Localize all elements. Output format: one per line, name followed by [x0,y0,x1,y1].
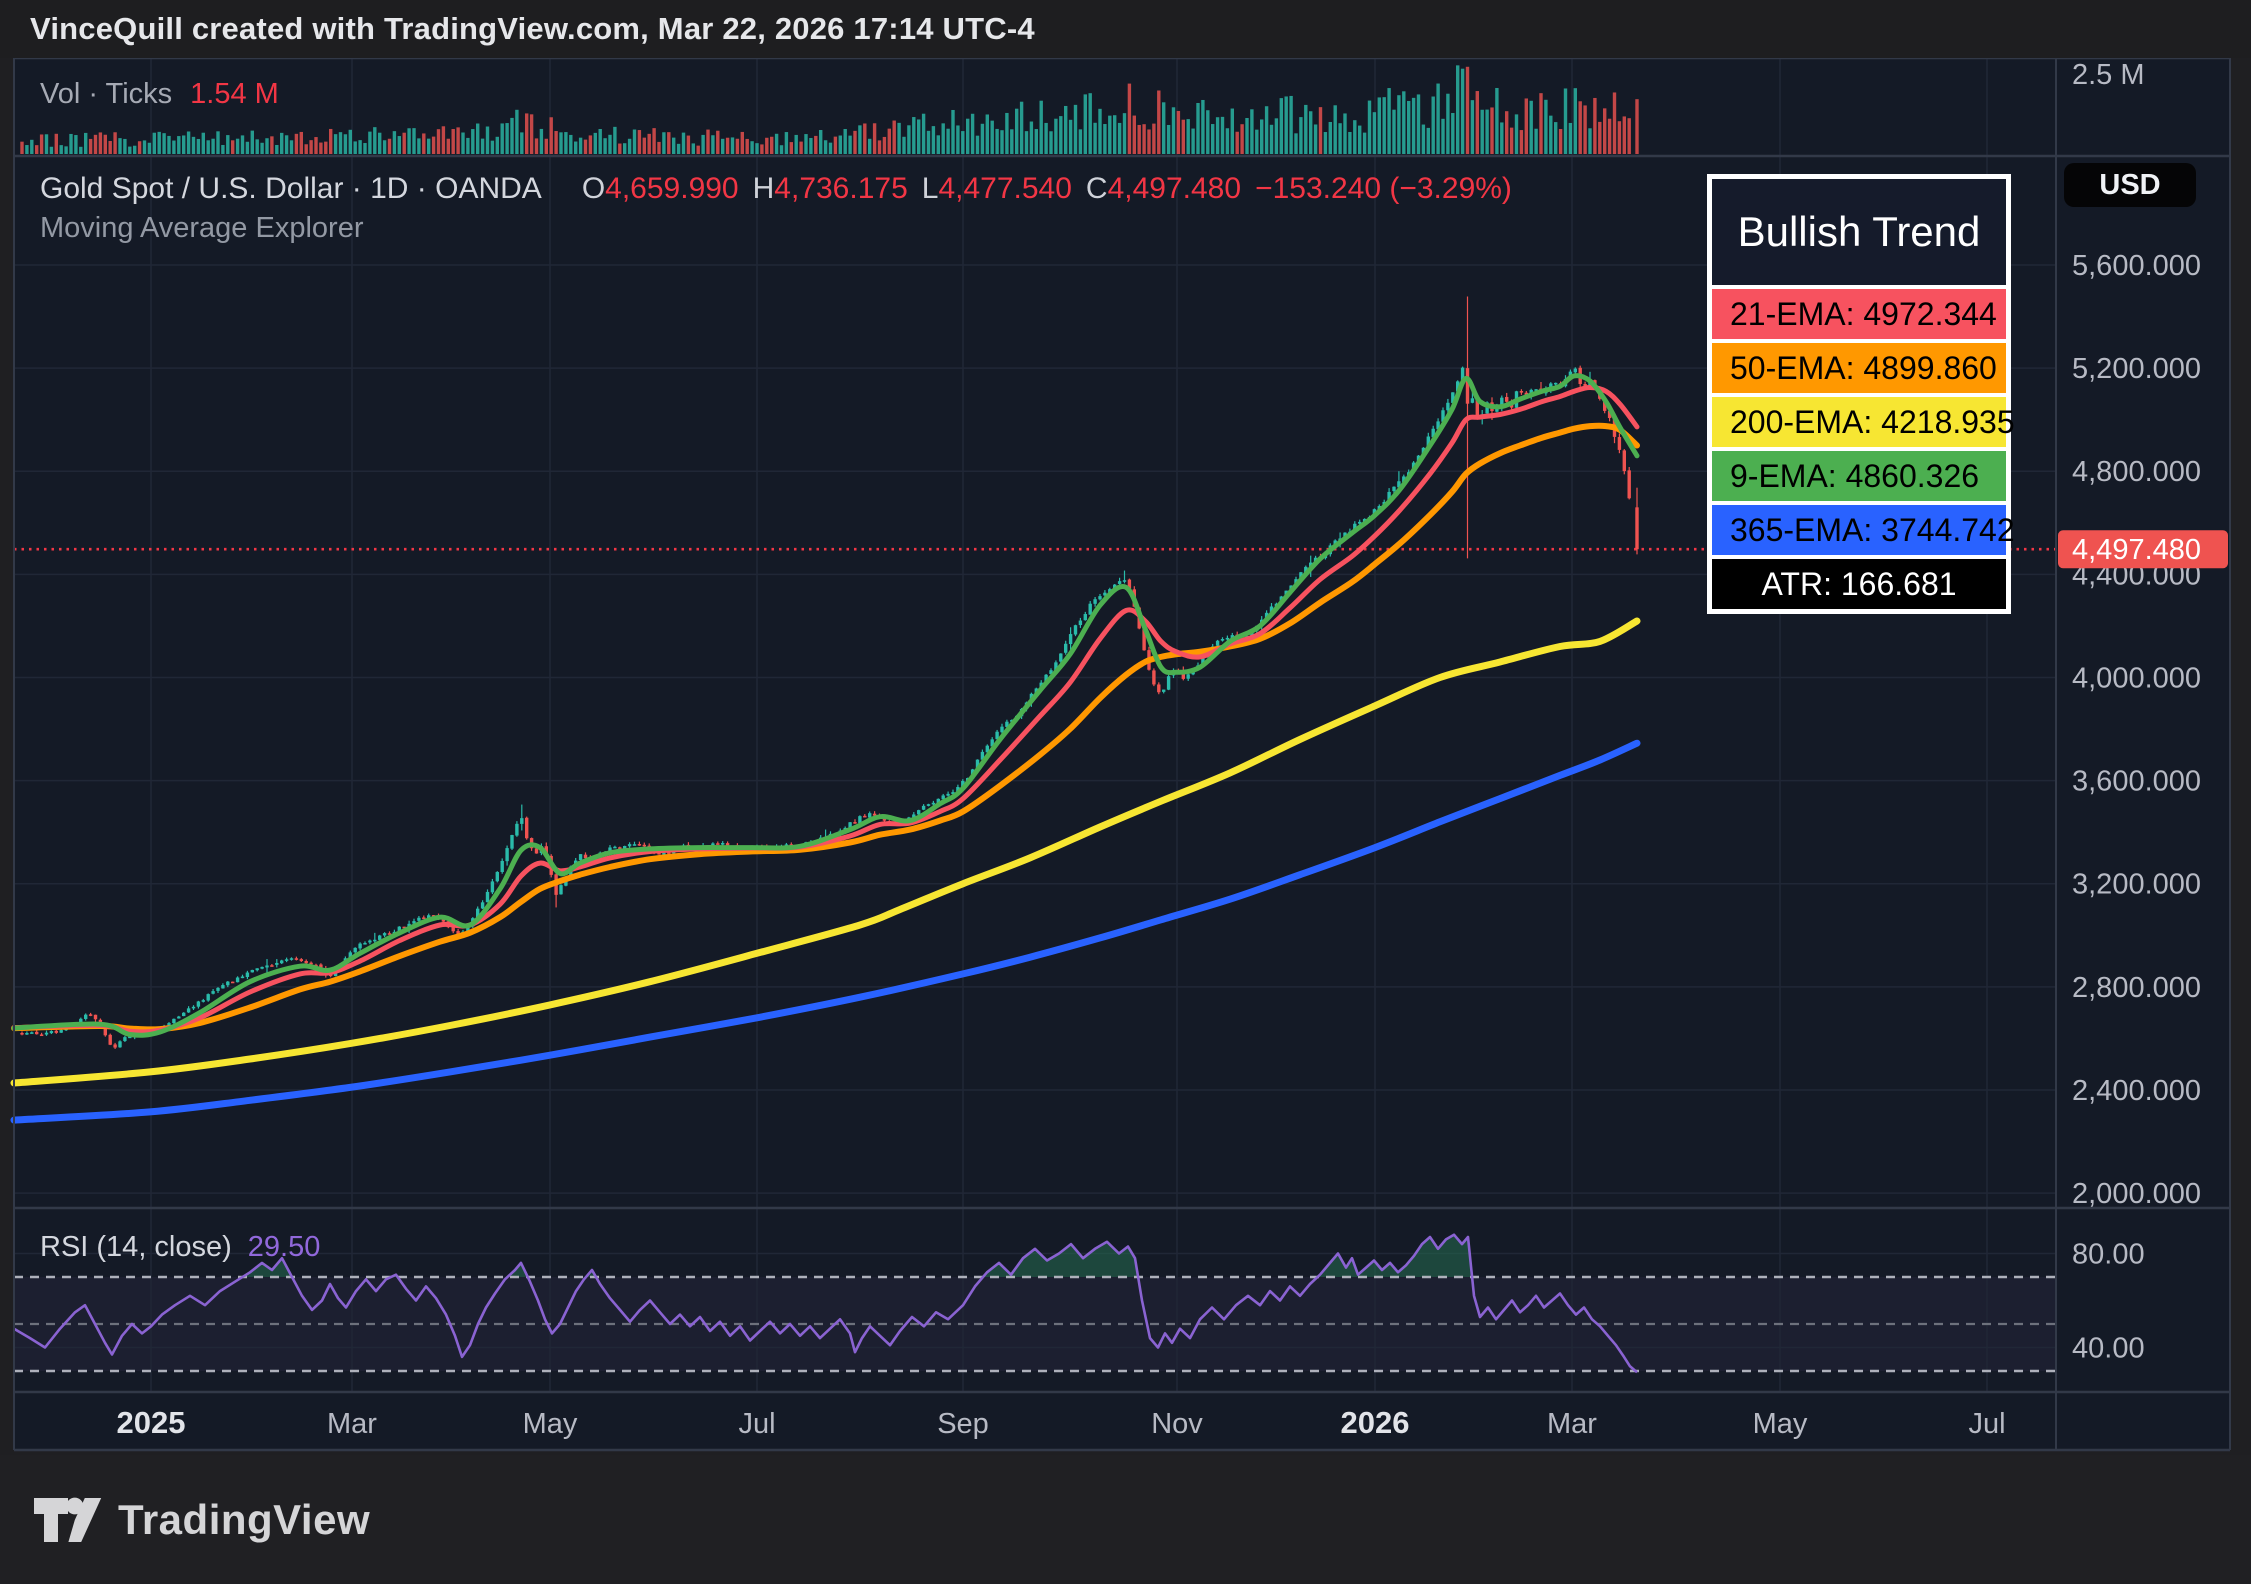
currency-button[interactable]: USD [2064,163,2196,207]
trend-row-5: ATR: 166.681 [1712,559,2006,609]
svg-text:May: May [1753,1408,1808,1440]
svg-text:5,200.000: 5,200.000 [2072,353,2201,385]
low-value: 4,477.540 [938,172,1071,205]
svg-text:4,000.000: 4,000.000 [2072,662,2201,694]
svg-text:80.00: 80.00 [2072,1239,2145,1271]
high-key: H [753,172,775,205]
close-value: 4,497.480 [1108,172,1241,205]
symbol-title[interactable]: Gold Spot / U.S. Dollar · 1D · OANDA [40,172,542,205]
rsi-value: 29.50 [248,1231,321,1263]
svg-text:May: May [523,1408,578,1440]
ohlc-values: O4,659.990 H4,736.175 L4,477.540 C4,497.480… [568,172,1512,205]
trend-row-3: 9-EMA: 4860.326 [1712,451,2006,501]
rsi-label[interactable]: RSI (14, close) [40,1231,232,1263]
volume-pane-header: Vol · Ticks 1.54 M [40,78,279,111]
trend-panel-title: Bullish Trend [1712,179,2006,285]
svg-text:40.00: 40.00 [2072,1333,2145,1365]
change-value: −153.240 (−3.29%) [1255,172,1512,205]
svg-text:2026: 2026 [1341,1405,1410,1440]
svg-text:Nov: Nov [1151,1408,1203,1440]
rsi-pane-header: RSI (14, close) 29.50 [40,1231,320,1264]
svg-text:4,800.000: 4,800.000 [2072,456,2201,488]
low-key: L [922,172,939,205]
svg-text:3,600.000: 3,600.000 [2072,766,2201,798]
close-key: C [1086,172,1108,205]
svg-text:3,200.000: 3,200.000 [2072,869,2201,901]
volume-value: 1.54 M [190,78,279,110]
svg-text:2,400.000: 2,400.000 [2072,1075,2201,1107]
trend-row-1: 50-EMA: 4899.860 [1712,343,2006,393]
footer-bar: TradingView [0,1455,2251,1584]
open-key: O [582,172,605,205]
trend-row-4: 365-EMA: 3744.742 [1712,505,2006,555]
attribution-text: VinceQuill created with TradingView.com,… [30,11,1035,47]
svg-text:2025: 2025 [117,1405,186,1440]
attribution-bar: VinceQuill created with TradingView.com,… [0,0,2251,58]
trend-row-2: 200-EMA: 4218.935 [1712,397,2006,447]
open-value: 4,659.990 [605,172,738,205]
indicator-subtitle[interactable]: Moving Average Explorer [40,212,363,245]
volume-label[interactable]: Vol · Ticks [40,78,172,110]
svg-text:4,497.480: 4,497.480 [2072,534,2201,566]
current-price-badge: 4,497.480 [2058,530,2228,568]
svg-text:5,600.000: 5,600.000 [2072,250,2201,282]
trend-row-0: 21-EMA: 4972.344 [1712,289,2006,339]
trend-panel-rows: 21-EMA: 4972.34450-EMA: 4899.860200-EMA:… [1712,289,2006,609]
svg-text:Mar: Mar [327,1408,377,1440]
trend-summary-panel: Bullish Trend 21-EMA: 4972.34450-EMA: 48… [1707,174,2011,614]
svg-text:Sep: Sep [937,1408,989,1440]
svg-text:Jul: Jul [1968,1408,2005,1440]
tradingview-logo-icon[interactable] [30,1492,102,1548]
svg-text:2,800.000: 2,800.000 [2072,972,2201,1004]
svg-text:Jul: Jul [738,1408,775,1440]
symbol-header: Gold Spot / U.S. Dollar · 1D · OANDA O4,6… [40,172,1512,206]
tradingview-wordmark[interactable]: TradingView [118,1496,370,1544]
svg-text:2.5 M: 2.5 M [2072,59,2145,91]
high-value: 4,736.175 [774,172,907,205]
svg-text:Mar: Mar [1547,1408,1597,1440]
svg-text:2,000.000: 2,000.000 [2072,1178,2201,1210]
